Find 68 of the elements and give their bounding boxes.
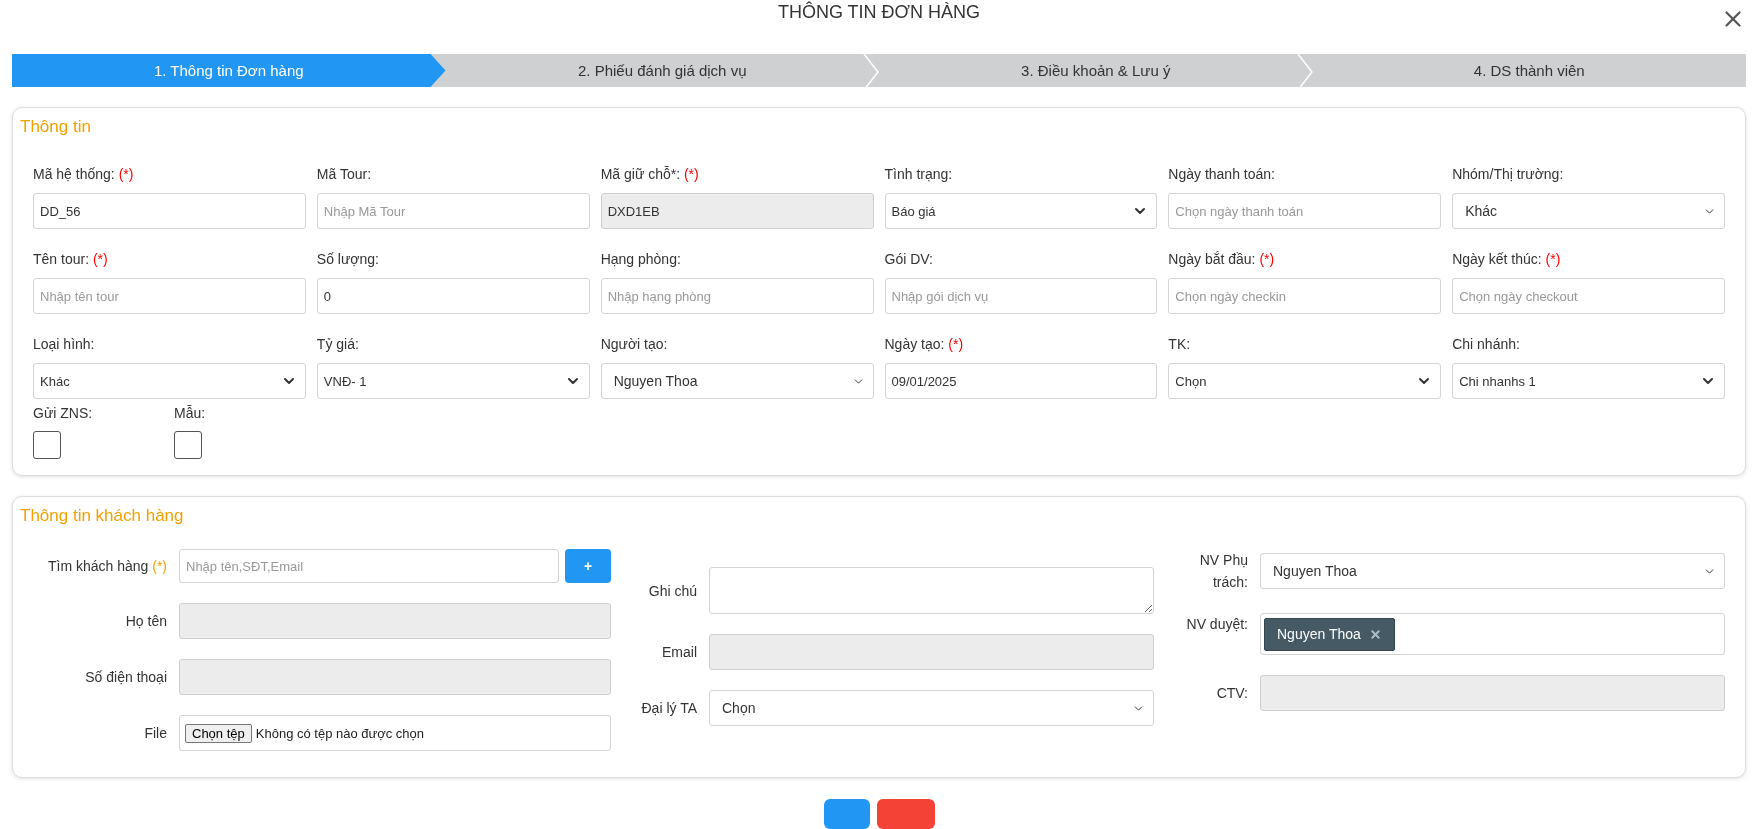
search-field[interactable]: Nhập tên,SĐT,Email: [179, 549, 559, 583]
field-label: TK:: [1168, 335, 1192, 354]
input-field[interactable]: Chọn ngày thanh toán: [1168, 193, 1442, 229]
field-label: Ngày bắt đầu: (*): [1168, 250, 1276, 269]
field-label: Tìm khách hàng (*): [46, 557, 167, 576]
note-field[interactable]: [709, 567, 1154, 614]
cancel-button[interactable]: [876, 799, 935, 829]
dialog-title: THÔNG TIN ĐƠN HÀNG: [777, 3, 981, 21]
field-label: Ghi chú: [647, 581, 697, 601]
checkbox-label: Gửi ZNS:: [33, 404, 94, 423]
save-button[interactable]: [823, 799, 870, 829]
field-label: Mã hệ thống: (*): [33, 165, 135, 184]
select-field[interactable]: Báo giá: [884, 193, 1158, 229]
field-label: Mã giữ chỗ*: (*): [600, 165, 700, 184]
field-label: Mã Tour:: [316, 165, 373, 184]
field-label: Ngày kết thúc: (*): [1452, 250, 1562, 269]
input-field[interactable]: DD_56: [33, 193, 306, 229]
field-label: Ngày tạo: (*): [884, 335, 965, 354]
field-label: Tên tour: (*): [33, 250, 109, 269]
step-tab[interactable]: 3. Điều khoản & Lưu ý: [879, 54, 1313, 87]
section-heading: Thông tin: [20, 116, 92, 138]
tag: Nguyen Thoa: [1264, 617, 1395, 651]
input-field[interactable]: Nhập gói dịch vụ: [884, 278, 1158, 314]
checkbox-label: Mẫu:: [174, 404, 207, 423]
file-status: Không có tệp nào được chọn: [255, 725, 425, 741]
field-label: Gói DV:: [884, 250, 934, 269]
select-field[interactable]: Nguyen Thoa: [1260, 553, 1725, 589]
field-label: CTV:: [1215, 684, 1248, 703]
checkbox[interactable]: [174, 431, 202, 459]
select-field[interactable]: Chi nhanhs 1: [1452, 363, 1725, 399]
remove-icon[interactable]: [1368, 627, 1382, 641]
field-label: Loại hình:: [33, 335, 96, 354]
input-field[interactable]: Nhập hạng phòng: [600, 278, 874, 314]
input-field[interactable]: 09/01/2025: [884, 363, 1158, 399]
select-field[interactable]: Nguyen Thoa: [600, 363, 874, 399]
step-divider-icon: [1296, 54, 1313, 90]
field-label: NV Phụ trách:: [1198, 551, 1248, 592]
select-field[interactable]: Chọn: [709, 690, 1154, 726]
field-label: File: [143, 724, 167, 743]
step-tab[interactable]: 4. DS thành viên: [1312, 54, 1746, 87]
input-field[interactable]: Chọn ngày checkin: [1168, 278, 1442, 314]
input-field[interactable]: Nhập tên tour: [33, 278, 306, 314]
field-label: NV duyệt:: [1185, 615, 1248, 634]
field-label: Họ tên: [124, 612, 167, 631]
section-heading: Thông tin khách hàng: [20, 505, 185, 527]
field-label: Người tạo:: [600, 335, 669, 354]
choose-file-button[interactable]: Chọn tệp: [185, 723, 252, 743]
tag-field[interactable]: Nguyen Thoa: [1260, 613, 1725, 655]
checkbox[interactable]: [33, 431, 61, 459]
field-label: Chi nhánh:: [1452, 335, 1521, 354]
select-field[interactable]: Chọn: [1168, 363, 1442, 399]
field-label: Số lượng:: [316, 250, 380, 269]
input-field[interactable]: 0: [316, 278, 590, 314]
step-tab[interactable]: 2. Phiếu đánh giá dịch vụ: [445, 54, 879, 87]
field-label: Số điện thoại: [84, 668, 167, 687]
field-label: Hạng phòng:: [600, 250, 682, 269]
select-field[interactable]: Khác: [1452, 193, 1725, 229]
select-field[interactable]: Khác: [33, 363, 306, 399]
field-label: Ngày thanh toán:: [1168, 165, 1276, 184]
step-divider-icon: [863, 54, 879, 90]
field-label: Nhóm/Thị trường:: [1452, 165, 1565, 184]
input-field[interactable]: Chọn ngày checkout: [1452, 278, 1725, 314]
field-label: Đại lý TA: [640, 699, 697, 718]
field-label: Tỷ giá:: [316, 335, 360, 354]
field-label: Email: [661, 643, 697, 662]
select-field[interactable]: VNĐ- 1: [316, 363, 590, 399]
field-label: Tình trạng:: [884, 165, 954, 184]
input-field[interactable]: Nhập Mã Tour: [316, 193, 590, 229]
